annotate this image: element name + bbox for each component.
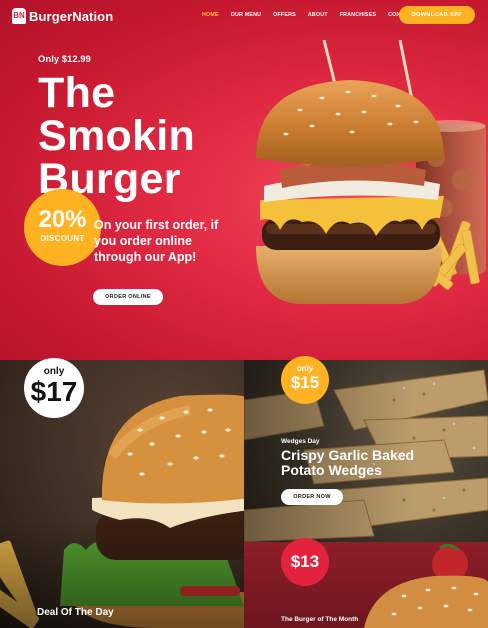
month-price-badge: $13	[281, 538, 329, 586]
deal-title[interactable]: Deal Of The Day	[37, 607, 114, 618]
nav-item-franchises[interactable]: FRANCHISES	[340, 12, 376, 18]
logo-icon: BN	[12, 8, 26, 24]
hero-price: Only $12.99	[38, 54, 91, 65]
nav-item-offers[interactable]: OFFERS	[273, 12, 296, 18]
wedges-title: Crispy Garlic Baked Potato Wedges	[281, 447, 415, 478]
wedges-price-badge: only $15	[281, 356, 329, 404]
discount-label: DISCOUNT	[40, 234, 85, 243]
deal-badge-price: $17	[30, 376, 78, 407]
wedges-badge-price: $15	[290, 373, 320, 392]
deal-price-badge: only $17	[24, 358, 84, 418]
month-badge-price: $13	[290, 552, 320, 571]
order-now-button[interactable]: ORDER NOW	[281, 489, 343, 505]
order-online-button[interactable]: ORDER ONLINE	[93, 289, 163, 305]
month-title[interactable]: The Burger of The Month	[281, 616, 358, 623]
nav-item-home[interactable]: HOME	[202, 12, 219, 18]
wedges-badge-only: only	[296, 364, 314, 373]
nav-links: HOME OUR MENU OFFERS ABOUT FRANCHISES CO…	[202, 12, 427, 18]
discount-badge: 20% DISCOUNT	[24, 189, 101, 266]
download-app-button[interactable]: DOWNLOAD APP	[399, 6, 475, 24]
hero-title-line: The	[38, 69, 116, 117]
discount-value: 20%	[38, 206, 87, 233]
nav-item-our-menu[interactable]: OUR MENU	[231, 12, 261, 18]
hero-banner: BN BurgerNation HOME OUR MENU OFFERS ABO…	[0, 0, 488, 360]
brand-name: BurgerNation	[29, 8, 114, 24]
hero-title: The Smokin Burger	[38, 72, 195, 201]
brand-logo[interactable]: BN BurgerNation	[12, 6, 113, 26]
hero-title-line: Smokin	[38, 112, 196, 160]
top-nav: BN BurgerNation HOME OUR MENU OFFERS ABO…	[0, 0, 488, 32]
hero-burger-image	[256, 40, 486, 304]
promo-text: On your first order, if you order online…	[94, 218, 219, 264]
nav-item-about[interactable]: ABOUT	[308, 12, 328, 18]
wedges-tag: Wedges Day	[281, 438, 320, 445]
